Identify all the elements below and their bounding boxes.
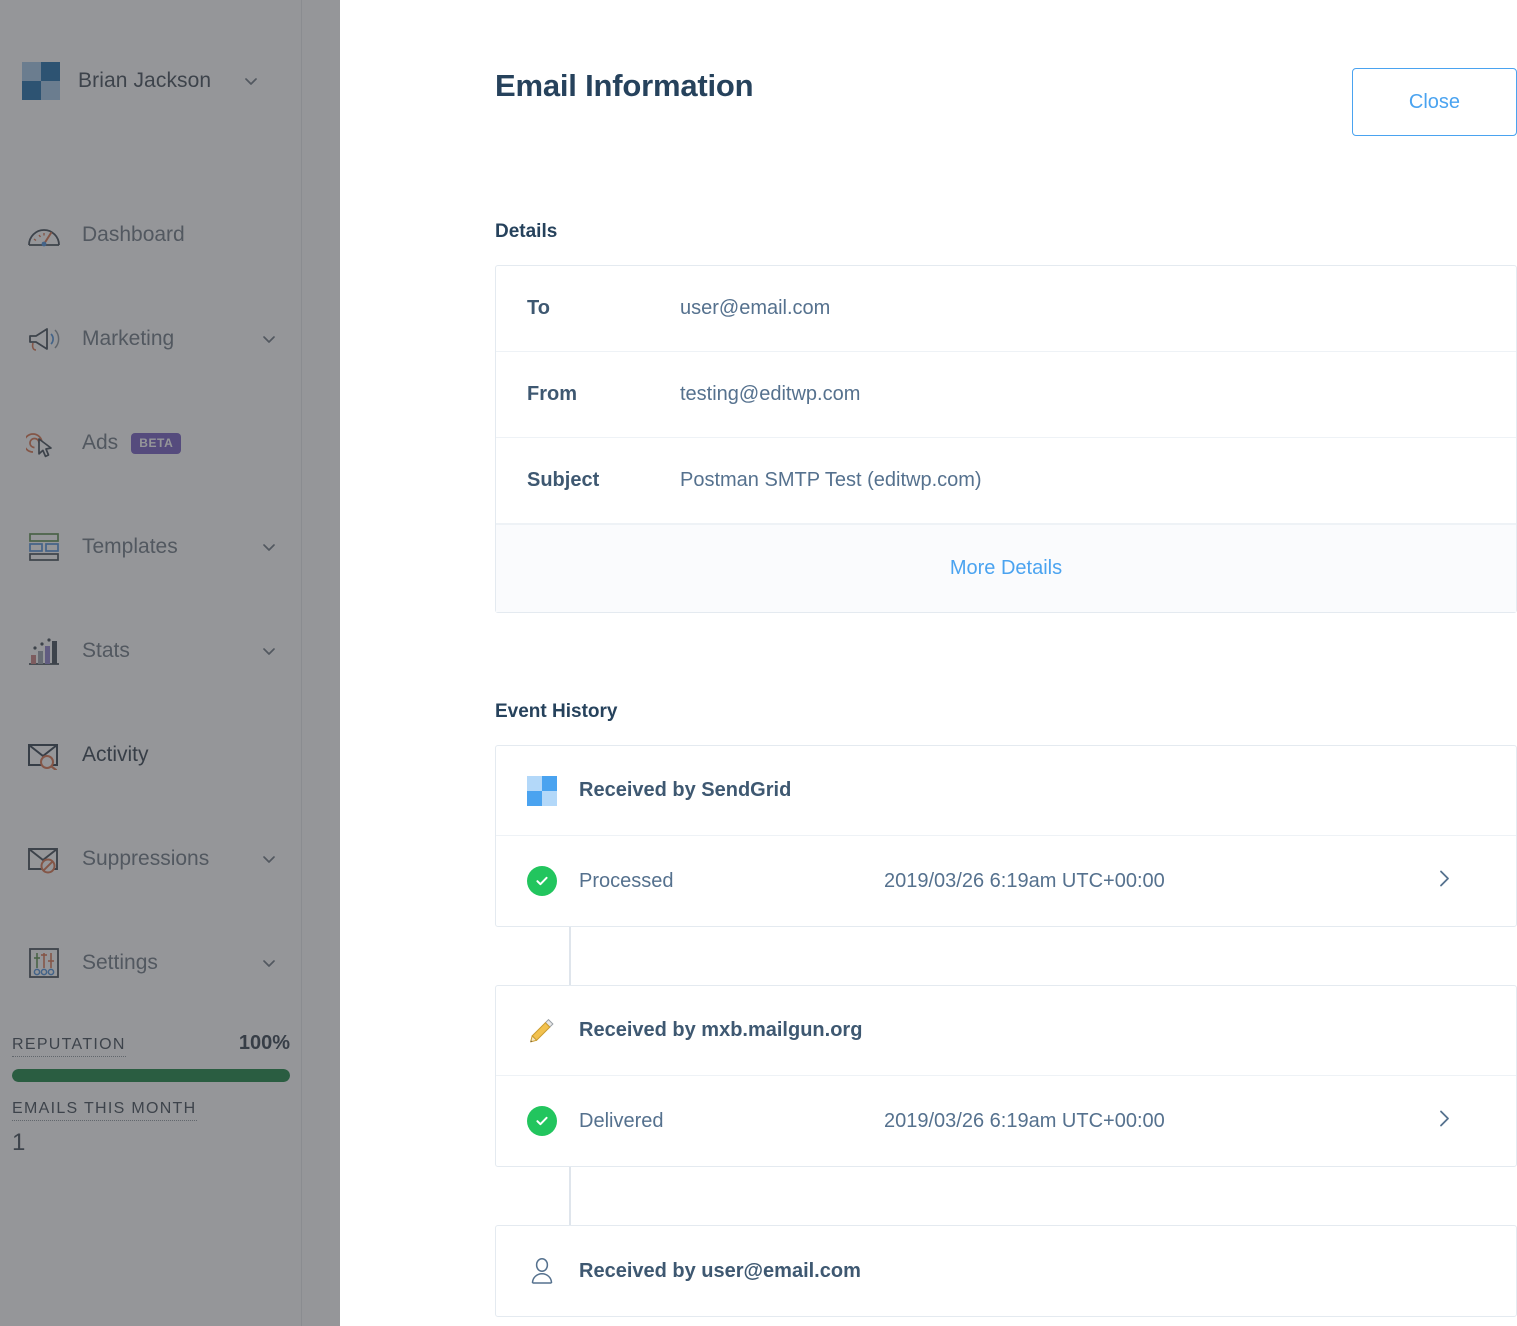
- reputation-meter: REPUTATION 100%: [12, 1032, 290, 1082]
- event-card-header: Received by user@email.com: [496, 1226, 1516, 1316]
- detail-value: testing@editwp.com: [680, 383, 860, 406]
- detail-key: Subject: [496, 469, 680, 492]
- emails-this-month: EMAILS THIS MONTH 1: [12, 1100, 290, 1157]
- sidebar-nav: Dashboard Marketing: [0, 206, 302, 1038]
- sidebar-item-label: Dashboard: [82, 223, 185, 247]
- sendgrid-logo-icon: [527, 776, 557, 806]
- reputation-progress-bar: [12, 1069, 290, 1082]
- detail-value: user@email.com: [680, 297, 830, 320]
- sidebar-item-label: Marketing: [82, 327, 174, 351]
- event-card-title: Received by user@email.com: [579, 1260, 861, 1283]
- emails-this-month-label: EMAILS THIS MONTH: [12, 1100, 197, 1121]
- event-timestamp: 2019/03/26 6:19am UTC+00:00: [884, 870, 1165, 893]
- gauge-icon: [26, 216, 68, 254]
- details-section-label: Details: [495, 221, 1517, 243]
- check-circle-icon: [527, 866, 557, 896]
- detail-row-subject: Subject Postman SMTP Test (editwp.com): [496, 438, 1516, 524]
- detail-value: Postman SMTP Test (editwp.com): [680, 469, 982, 492]
- megaphone-icon: [26, 320, 68, 358]
- event-card-sendgrid: Received by SendGrid Processed 2019/03/2…: [495, 745, 1517, 927]
- detail-row-to: To user@email.com: [496, 266, 1516, 352]
- sidebar-item-activity[interactable]: Activity: [0, 726, 302, 784]
- sidebar-item-label: Activity: [82, 743, 149, 767]
- chevron-down-icon: [260, 642, 278, 666]
- reputation-value: 100%: [239, 1032, 290, 1055]
- event-row[interactable]: Processed 2019/03/26 6:19am UTC+00:00: [496, 836, 1516, 926]
- event-card-mailgun: Received by mxb.mailgun.org Delivered 20…: [495, 985, 1517, 1167]
- sidebar-item-label: Stats: [82, 639, 130, 663]
- timeline-connector: [569, 1167, 571, 1225]
- sidebar-item-label: Ads: [82, 431, 118, 455]
- envelope-search-icon: [26, 736, 68, 774]
- event-timeline: Received by SendGrid Processed 2019/03/2…: [495, 745, 1517, 1317]
- sidebar-item-ads[interactable]: Ads BETA: [0, 414, 302, 472]
- bar-chart-icon: [26, 632, 68, 670]
- reputation-label: REPUTATION: [12, 1036, 126, 1057]
- event-card-title: Received by SendGrid: [579, 779, 791, 802]
- event-card-title: Received by mxb.mailgun.org: [579, 1019, 862, 1042]
- sidebar-item-label: Templates: [82, 535, 178, 559]
- event-status-label: Delivered: [579, 1110, 884, 1133]
- detail-key: From: [496, 383, 680, 406]
- sidebar: Brian Jackson: [0, 0, 340, 1326]
- main-content: Email Information Close Details To user@…: [340, 0, 1517, 1326]
- account-name: Brian Jackson: [78, 69, 211, 93]
- pencil-icon: [527, 1016, 557, 1046]
- sendgrid-logo-icon: [22, 62, 60, 100]
- details-card: To user@email.com From testing@editwp.co…: [495, 265, 1517, 613]
- event-status-label: Processed: [579, 870, 884, 893]
- chevron-right-icon[interactable]: [1434, 869, 1454, 894]
- chevron-down-icon: [242, 72, 260, 95]
- event-history-section-label: Event History: [495, 701, 1517, 723]
- event-card-header: Received by SendGrid: [496, 746, 1516, 836]
- detail-row-from: From testing@editwp.com: [496, 352, 1516, 438]
- more-details-link[interactable]: More Details: [950, 557, 1062, 580]
- sidebar-item-marketing[interactable]: Marketing: [0, 310, 302, 368]
- sidebar-inner: Brian Jackson: [0, 0, 302, 1326]
- chevron-right-icon[interactable]: [1434, 1109, 1454, 1134]
- event-timestamp: 2019/03/26 6:19am UTC+00:00: [884, 1110, 1165, 1133]
- ad-cursor-icon: [26, 424, 68, 462]
- emails-this-month-value: 1: [12, 1129, 290, 1157]
- page-title: Email Information: [495, 68, 753, 104]
- chevron-down-icon: [260, 330, 278, 354]
- sidebar-item-label: Settings: [82, 951, 158, 975]
- detail-key: To: [496, 297, 680, 320]
- templates-icon: [26, 528, 68, 566]
- email-information-panel: Email Information Close Details To user@…: [495, 0, 1517, 1317]
- sidebar-item-settings[interactable]: Settings: [0, 934, 302, 992]
- timeline-connector: [569, 927, 571, 985]
- reputation-progress-fill: [12, 1069, 290, 1082]
- envelope-blocked-icon: [26, 840, 68, 878]
- account-switcher[interactable]: Brian Jackson: [22, 62, 282, 100]
- chevron-down-icon: [260, 538, 278, 562]
- close-button[interactable]: Close: [1352, 68, 1517, 136]
- person-icon: [527, 1256, 557, 1286]
- sidebar-item-suppressions[interactable]: Suppressions: [0, 830, 302, 888]
- event-card-header: Received by mxb.mailgun.org: [496, 986, 1516, 1076]
- sliders-icon: [26, 944, 68, 982]
- more-details-row[interactable]: More Details: [496, 524, 1516, 612]
- check-circle-icon: [527, 1106, 557, 1136]
- sidebar-item-dashboard[interactable]: Dashboard: [0, 206, 302, 264]
- sidebar-item-stats[interactable]: Stats: [0, 622, 302, 680]
- panel-header: Email Information Close: [495, 0, 1517, 136]
- chevron-down-icon: [260, 850, 278, 874]
- app-root: Brian Jackson: [0, 0, 1517, 1326]
- chevron-down-icon: [260, 954, 278, 978]
- event-card-recipient: Received by user@email.com: [495, 1225, 1517, 1317]
- beta-badge: BETA: [131, 433, 181, 454]
- event-row[interactable]: Delivered 2019/03/26 6:19am UTC+00:00: [496, 1076, 1516, 1166]
- sidebar-item-label: Suppressions: [82, 847, 209, 871]
- sidebar-item-templates[interactable]: Templates: [0, 518, 302, 576]
